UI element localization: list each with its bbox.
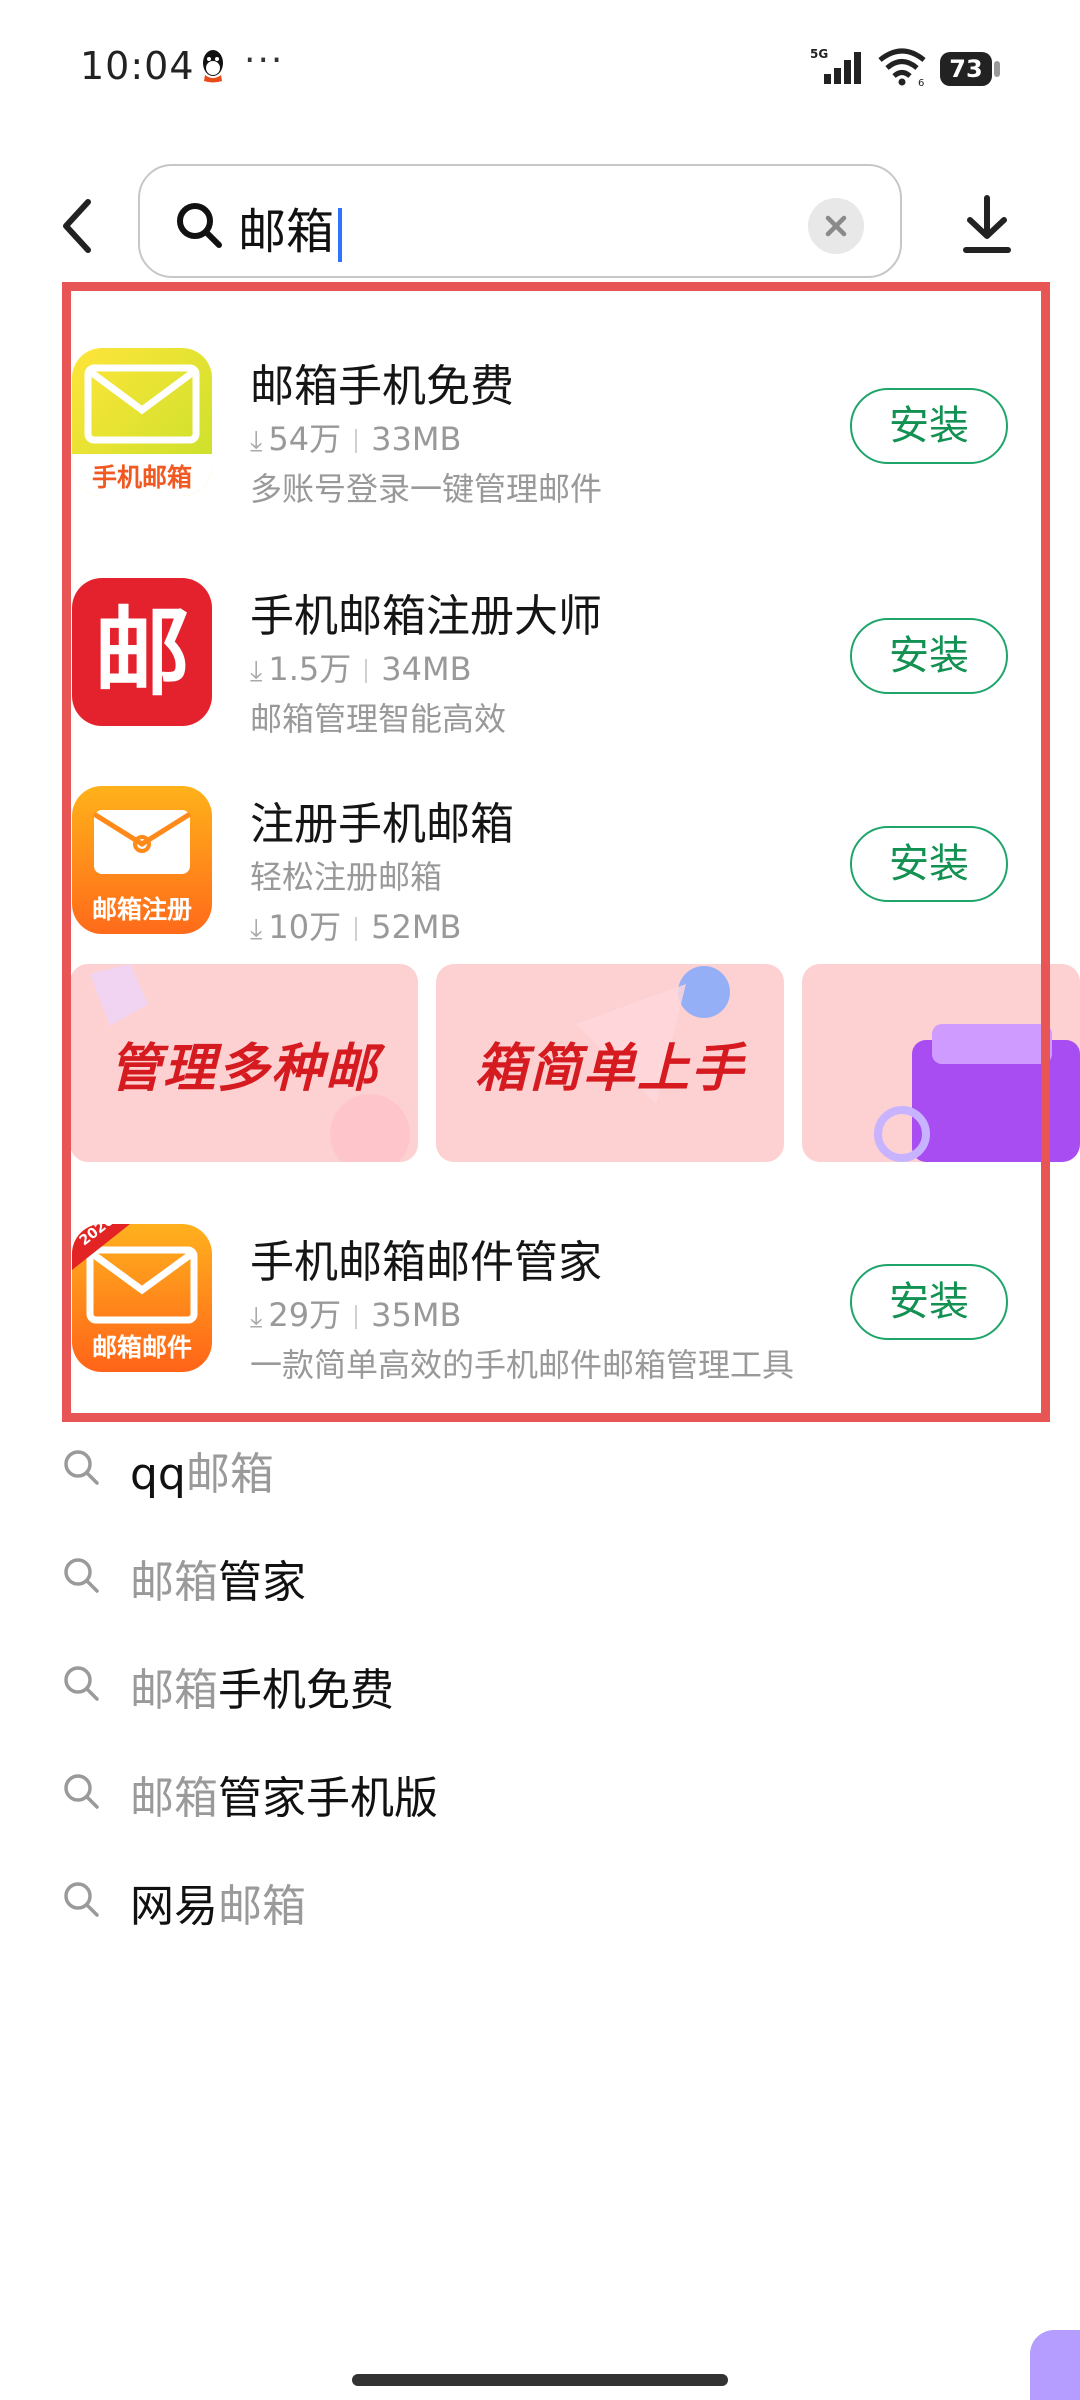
search-icon [64,1666,99,1701]
suggestion-text: 邮箱管家 [130,1557,306,1608]
network-type-label: 5G [810,47,828,61]
search-input[interactable]: 邮箱 [138,164,902,278]
home-indicator[interactable] [352,2374,728,2386]
status-bar: 10:04 ··· 5G 6 73 [0,0,1080,130]
text-caret [338,208,343,262]
floating-assistant-widget[interactable] [1030,2330,1080,2400]
suggestion-text: 邮箱管家手机版 [130,1773,438,1824]
search-icon [64,1882,99,1917]
qq-notification-icon [203,50,223,83]
more-notifications-icon: ··· [244,40,285,81]
suggestion-text: qq邮箱 [130,1449,274,1500]
wifi-icon: 6 [878,48,926,86]
search-suggestion[interactable]: 邮箱管家 [62,1536,962,1616]
search-suggestion[interactable]: 网易邮箱 [62,1860,962,1940]
download-manager-button[interactable] [958,192,1016,256]
search-query: 邮箱 [238,192,343,262]
back-button[interactable] [48,190,108,262]
search-suggestion[interactable]: 邮箱管家手机版 [62,1752,962,1832]
wifi-band-label: 6 [918,78,924,86]
clear-search-button[interactable] [808,198,864,254]
status-time: 10:04 [80,44,195,88]
search-icon [64,1774,99,1809]
suggestion-text: 网易邮箱 [130,1881,306,1932]
cellular-signal-icon: 5G [810,47,861,84]
highlight-box [62,282,1050,1422]
suggestion-text: 邮箱手机免费 [130,1665,394,1716]
search-icon [64,1558,99,1593]
search-icon [64,1450,99,1485]
search-suggestion[interactable]: qq邮箱 [62,1428,962,1508]
search-icon [177,203,222,248]
search-suggestion[interactable]: 邮箱手机免费 [62,1644,962,1724]
battery-level: 73 [949,55,983,83]
